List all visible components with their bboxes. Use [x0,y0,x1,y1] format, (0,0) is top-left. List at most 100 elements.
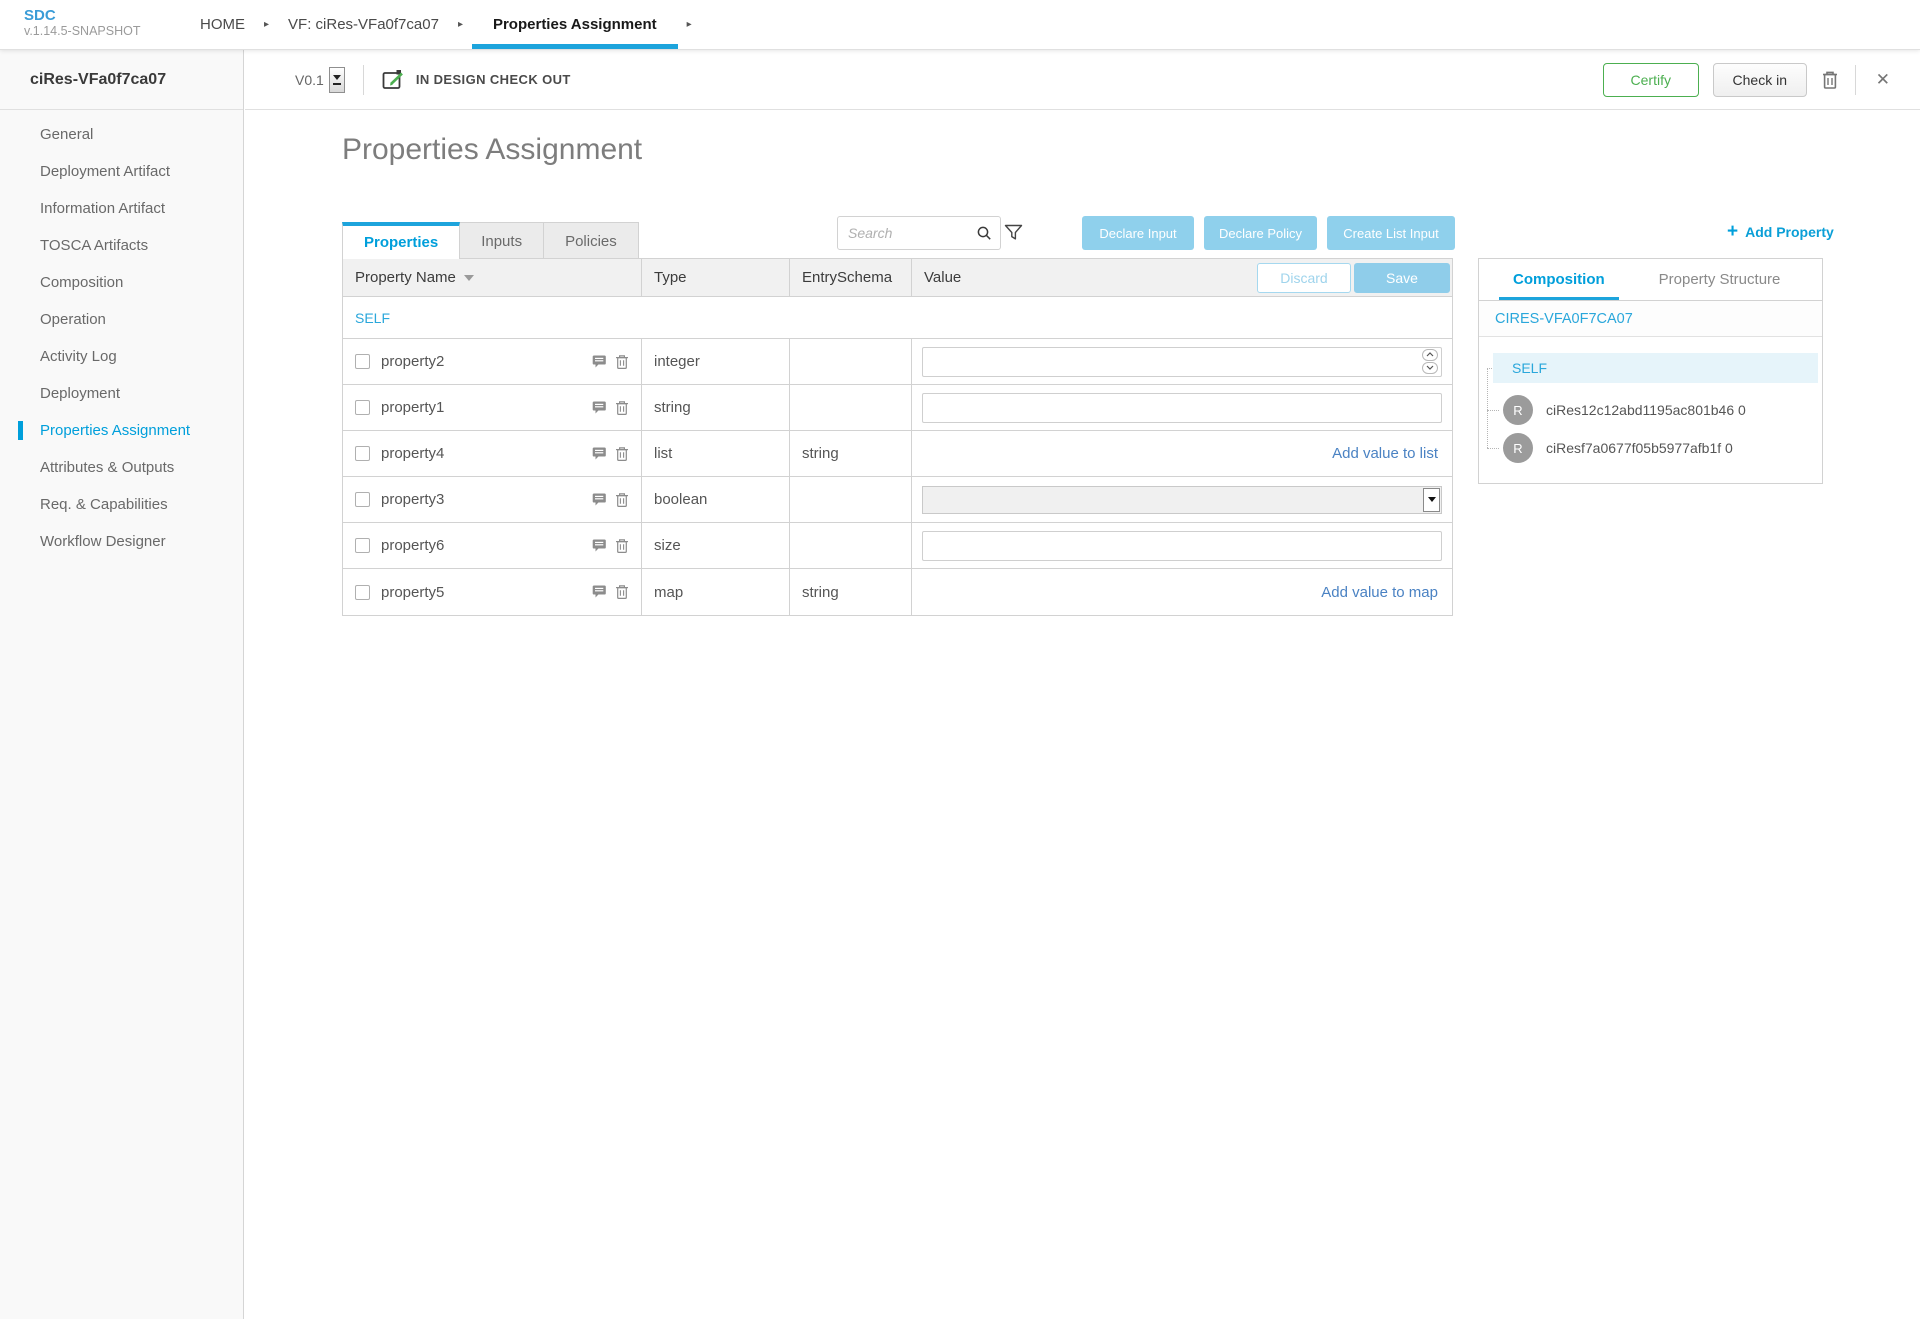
delete-icon[interactable] [615,492,629,508]
row-checkbox[interactable] [355,538,370,553]
divider [1855,65,1856,95]
column-header-property-name[interactable]: Property Name [343,259,642,296]
breadcrumb-item[interactable]: Properties Assignment [472,0,678,49]
sidebar-item[interactable]: Deployment Artifact [0,153,243,190]
breadcrumb-item[interactable]: VF: ciRes-VFa0f7ca07 [288,16,439,33]
sidebar-item-label: Properties Assignment [40,422,190,439]
add-value-link[interactable]: Add value to list [1332,445,1442,462]
comment-icon[interactable] [592,492,608,508]
resource-title: ciRes-VFa0f7ca07 [0,50,243,110]
app-logo[interactable]: SDC v.1.14.5-SNAPSHOT [0,0,190,49]
comment-icon[interactable] [592,446,608,462]
spinner-down-icon[interactable] [1422,362,1438,374]
tree-connector [1487,368,1488,448]
panel-tab[interactable]: Composition [1493,259,1625,300]
property-type-cell: map [642,569,790,615]
tree-item[interactable]: R ciRes12c12abd1195ac801b46 0 [1503,391,1818,429]
discard-button[interactable]: Discard [1257,263,1351,293]
tree-item-label: ciResf7a0677f05b5977afb1f 0 [1546,440,1733,456]
action-button[interactable]: Declare Input [1082,216,1194,250]
filter-icon[interactable] [1004,224,1023,241]
column-label: Value [924,269,961,286]
sidebar-item-label: TOSCA Artifacts [40,237,148,254]
value-input-text[interactable] [922,393,1442,423]
row-checkbox[interactable] [355,585,370,600]
spinner-up-icon[interactable] [1422,349,1438,361]
certify-button[interactable]: Certify [1603,63,1699,97]
row-checkbox[interactable] [355,446,370,461]
property-name: property5 [381,584,444,601]
row-checkbox[interactable] [355,492,370,507]
save-button[interactable]: Save [1354,263,1450,293]
row-checkbox[interactable] [355,354,370,369]
property-schema-cell [790,477,912,522]
action-button[interactable]: Declare Policy [1204,216,1317,250]
checkin-button[interactable]: Check in [1713,63,1807,97]
component-name-link[interactable]: CIRES-VFA0F7CA07 [1495,311,1633,327]
declare-actions: Declare Input Declare Policy Create List I… [1082,216,1455,250]
sidebar-item[interactable]: Deployment [0,375,243,412]
chevron-down-icon [333,75,341,80]
delete-icon[interactable] [615,400,629,416]
sidebar-item[interactable]: Properties Assignment [0,412,243,449]
tree-item-label: ciRes12c12abd1195ac801b46 0 [1546,402,1746,418]
delete-icon[interactable] [615,446,629,462]
comment-icon[interactable] [592,538,608,554]
add-property-button[interactable]: + Add Property [1727,223,1834,241]
toolbar: V0.1 IN DESIGN CHECK OUT Certify Check i… [245,50,1920,110]
search-icon [976,225,992,241]
property-schema-cell [790,385,912,430]
sidebar-item-label: Operation [40,311,106,328]
comment-icon[interactable] [592,354,608,370]
comment-icon[interactable] [592,584,608,600]
panel-tab[interactable]: Property Structure [1639,259,1801,300]
add-value-link[interactable]: Add value to map [1321,584,1442,601]
comment-icon[interactable] [592,400,608,416]
value-input-text[interactable] [922,531,1442,561]
delete-icon[interactable] [615,538,629,554]
sidebar-item[interactable]: General [0,116,243,153]
component-row: CIRES-VFA0F7CA07 [1479,301,1822,337]
sidebar-item[interactable]: Composition [0,264,243,301]
property-value-cell [912,523,1452,568]
dropdown-arrow-icon[interactable] [1423,488,1440,512]
tree-connector [1487,448,1499,449]
tree-item-self[interactable]: SELF [1493,353,1818,383]
sidebar-item-label: Activity Log [40,348,117,365]
tab[interactable]: Policies [543,222,639,259]
property-value-cell: Add value to map [912,569,1452,615]
tab[interactable]: Properties [342,222,460,259]
sidebar-item[interactable]: Req. & Capabilities [0,486,243,523]
sidebar-item[interactable]: Workflow Designer [0,523,243,560]
sidebar-nav: GeneralDeployment ArtifactInformation Ar… [0,110,243,560]
table-row: property4 list string Add value to list [343,431,1452,477]
delete-icon[interactable] [615,354,629,370]
value-field [922,347,1442,377]
tab[interactable]: Inputs [459,222,544,259]
delete-icon[interactable] [615,584,629,600]
sidebar-item[interactable]: Operation [0,301,243,338]
tree-item[interactable]: R ciResf7a0677f05b5977afb1f 0 [1503,429,1818,467]
version-dropdown[interactable] [329,67,345,93]
tree-connector [1487,410,1499,411]
close-icon[interactable]: ✕ [1872,70,1894,90]
value-input-number[interactable] [922,347,1442,377]
row-checkbox[interactable] [355,400,370,415]
self-link[interactable]: SELF [355,310,390,326]
sidebar-item[interactable]: Information Artifact [0,190,243,227]
sidebar-item-label: Deployment [40,385,120,402]
value-select[interactable] [922,486,1442,514]
lifecycle-status: IN DESIGN CHECK OUT [416,72,571,87]
action-button[interactable]: Create List Input [1327,216,1455,250]
sidebar-item[interactable]: Activity Log [0,338,243,375]
toolbar-left: V0.1 IN DESIGN CHECK OUT [245,65,571,95]
sidebar-item[interactable]: TOSCA Artifacts [0,227,243,264]
property-value-cell [912,385,1452,430]
add-property-label: Add Property [1745,224,1834,240]
search-box [837,216,1001,250]
row-icons [592,354,633,370]
property-name: property1 [381,399,444,416]
sidebar-item[interactable]: Attributes & Outputs [0,449,243,486]
breadcrumb-item[interactable]: HOME [200,16,245,33]
delete-icon[interactable] [1821,70,1839,90]
